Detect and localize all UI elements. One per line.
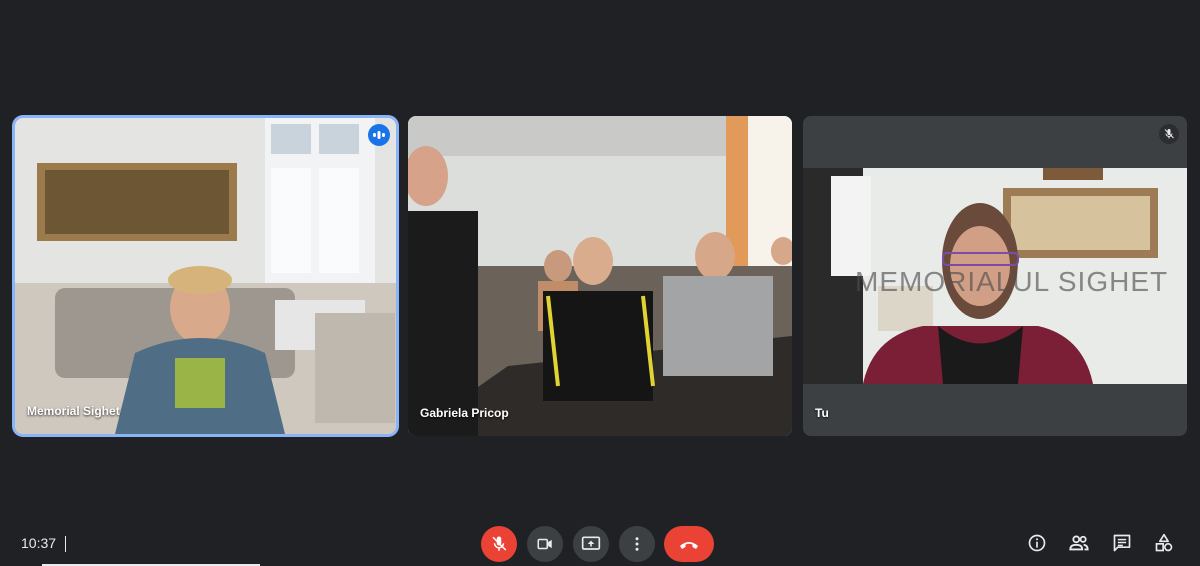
watermark-text: MEMORIALUL SIGHET	[855, 266, 1169, 297]
videocam-icon	[537, 538, 552, 550]
show-everyone-button[interactable]	[1068, 532, 1090, 554]
chat-icon	[1113, 534, 1131, 552]
mic-toggle-button[interactable]	[481, 526, 517, 562]
chat-button[interactable]	[1111, 532, 1133, 554]
speaking-indicator-icon	[368, 124, 390, 146]
footer-divider	[65, 536, 66, 552]
participant-name: Memorial Sighet	[27, 404, 120, 418]
participant-name: Tu	[815, 406, 829, 420]
people-icon	[1069, 535, 1089, 551]
more-options-button[interactable]	[619, 526, 655, 562]
participant-name: Gabriela Pricop	[420, 406, 509, 420]
mic-off-icon	[1159, 124, 1179, 144]
present-screen-icon	[581, 536, 601, 550]
leave-call-button[interactable]	[664, 526, 714, 562]
participant-tile-gabriela-pricop[interactable]: Gabriela Pricop	[408, 116, 792, 436]
video-feed	[408, 116, 792, 436]
activities-icon	[1155, 533, 1173, 552]
camera-toggle-button[interactable]	[527, 526, 563, 562]
info-icon	[1028, 534, 1046, 552]
video-feed	[15, 118, 396, 434]
meeting-details-button[interactable]	[1026, 532, 1048, 554]
call-end-icon	[680, 542, 698, 549]
meeting-time: 10:37	[21, 535, 57, 551]
participant-tile-memorial-sighet[interactable]: Memorial Sighet	[15, 118, 396, 434]
more-vert-icon	[635, 537, 639, 551]
present-now-button[interactable]	[573, 526, 609, 562]
mic-off-icon	[492, 536, 507, 551]
activities-button[interactable]	[1153, 532, 1175, 554]
participant-tile-self[interactable]: MEMORIALUL SIGHET Tu	[803, 116, 1187, 436]
